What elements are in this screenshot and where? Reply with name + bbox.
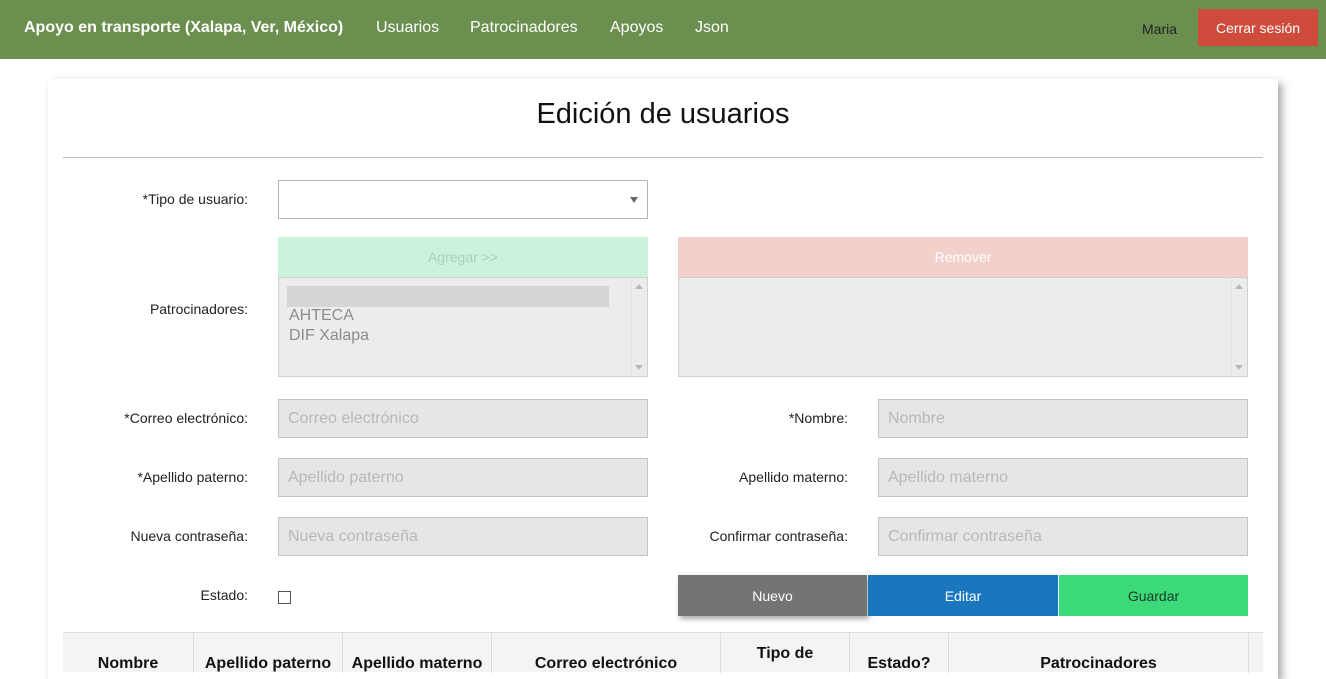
list-scrollbar[interactable] bbox=[1231, 278, 1247, 376]
scroll-down-icon[interactable] bbox=[1235, 365, 1243, 370]
email-field[interactable] bbox=[278, 399, 648, 438]
nombre-label: *Nombre: bbox=[788, 410, 848, 426]
save-button[interactable]: Guardar bbox=[1059, 575, 1248, 616]
top-navbar: Apoyo en transporte (Xalapa, Ver, México… bbox=[0, 0, 1326, 59]
column-header-correo[interactable]: Correo electrónico bbox=[492, 633, 721, 673]
estado-label: Estado: bbox=[200, 587, 248, 603]
correo-label: *Correo electrónico: bbox=[124, 410, 248, 426]
list-scrollbar[interactable] bbox=[631, 278, 647, 376]
title-divider bbox=[63, 157, 1263, 158]
column-header-label: Nombre bbox=[97, 655, 159, 672]
brand-title[interactable]: Apoyo en transporte (Xalapa, Ver, México… bbox=[24, 19, 343, 37]
list-item[interactable]: AHTECA bbox=[289, 307, 354, 325]
nueva-contrasena-label: Nueva contraseña: bbox=[130, 528, 248, 544]
list-item[interactable]: DIF Xalapa bbox=[289, 327, 369, 345]
column-header-label: Estado? bbox=[867, 655, 931, 672]
nav-link-usuarios[interactable]: Usuarios bbox=[376, 19, 439, 37]
apellido-materno-field[interactable] bbox=[878, 458, 1248, 497]
apellido-paterno-field[interactable] bbox=[278, 458, 648, 497]
tipo-usuario-select[interactable] bbox=[278, 180, 648, 219]
column-header-nombre[interactable]: Nombre bbox=[63, 633, 194, 673]
list-item[interactable] bbox=[287, 286, 609, 307]
apellido-materno-label: Apellido materno: bbox=[739, 469, 848, 485]
column-header-patrocinadores[interactable]: Patrocinadores bbox=[949, 633, 1249, 673]
edit-button[interactable]: Editar bbox=[868, 575, 1058, 616]
page-title: Edición de usuarios bbox=[536, 98, 790, 130]
column-header-label: Apellido materno bbox=[351, 655, 483, 672]
users-table-header: Nombre Apellido paterno Apellido materno… bbox=[63, 632, 1263, 673]
column-header-tipo[interactable]: Tipo de bbox=[721, 633, 850, 673]
scroll-down-icon[interactable] bbox=[635, 365, 643, 370]
column-header-label: Patrocinadores bbox=[1040, 655, 1157, 672]
confirmar-contrasena-label: Confirmar contraseña: bbox=[709, 528, 848, 544]
nombre-field[interactable] bbox=[878, 399, 1248, 438]
nav-link-apoyos[interactable]: Apoyos bbox=[610, 19, 663, 37]
available-sponsors-list[interactable]: AHTECA DIF Xalapa bbox=[278, 277, 648, 377]
column-header-estado[interactable]: Estado? bbox=[850, 633, 949, 673]
scroll-up-icon[interactable] bbox=[1235, 284, 1243, 289]
chevron-down-icon bbox=[630, 197, 638, 203]
remove-sponsor-button[interactable]: Remover bbox=[678, 237, 1248, 277]
confirm-password-field[interactable] bbox=[878, 517, 1248, 556]
selected-sponsors-list[interactable] bbox=[678, 277, 1248, 377]
scroll-up-icon[interactable] bbox=[635, 284, 643, 289]
patrocinadores-label: Patrocinadores: bbox=[149, 301, 248, 317]
new-button[interactable]: Nuevo bbox=[678, 575, 867, 616]
new-password-field[interactable] bbox=[278, 517, 648, 556]
column-header-label: Apellido paterno bbox=[204, 655, 332, 672]
nav-link-json[interactable]: Json bbox=[695, 19, 729, 37]
estado-checkbox[interactable] bbox=[278, 591, 291, 604]
logout-button[interactable]: Cerrar sesión bbox=[1198, 9, 1318, 46]
column-header-label: Correo electrónico bbox=[534, 655, 678, 672]
current-user-name: Maria bbox=[1142, 21, 1178, 37]
column-header-apellido-materno[interactable]: Apellido materno bbox=[343, 633, 492, 673]
column-header-label: Tipo de bbox=[756, 645, 814, 662]
tipo-usuario-label: *Tipo de usuario: bbox=[142, 191, 248, 207]
apellido-paterno-label: *Apellido paterno: bbox=[137, 469, 248, 485]
nav-link-patrocinadores[interactable]: Patrocinadores bbox=[470, 19, 578, 37]
add-sponsor-button[interactable]: Agregar >> bbox=[278, 237, 648, 277]
column-header-apellido-paterno[interactable]: Apellido paterno bbox=[194, 633, 343, 673]
